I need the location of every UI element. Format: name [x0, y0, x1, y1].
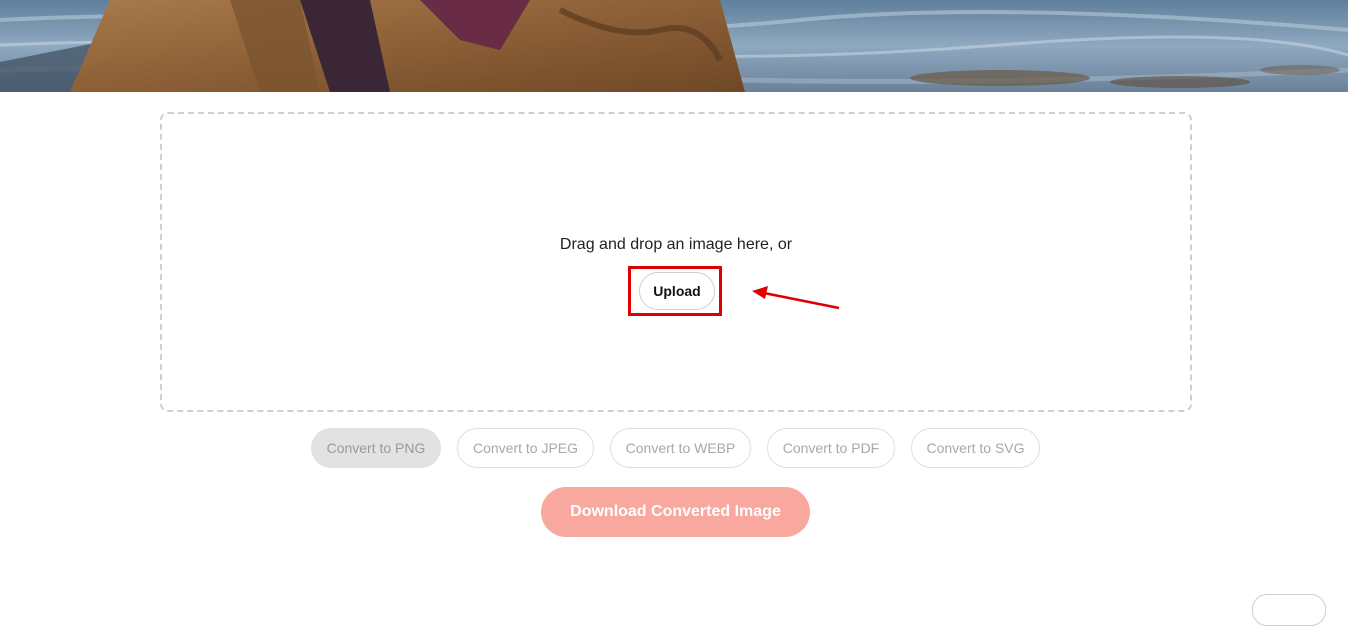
- corner-widget-button[interactable]: [1252, 594, 1326, 626]
- convert-to-png-button[interactable]: Convert to PNG: [311, 428, 441, 468]
- dropzone-prompt: Drag and drop an image here, or: [559, 236, 793, 253]
- convert-to-pdf-button[interactable]: Convert to PDF: [767, 428, 895, 468]
- upload-button[interactable]: Upload: [639, 272, 715, 310]
- download-converted-image-button[interactable]: Download Converted Image: [541, 487, 810, 537]
- annotation-arrow-icon: [752, 286, 840, 310]
- hero-banner-image: [0, 0, 1348, 92]
- convert-to-svg-button[interactable]: Convert to SVG: [911, 428, 1040, 468]
- image-dropzone[interactable]: Drag and drop an image here, or Upload: [160, 112, 1192, 412]
- convert-to-webp-button[interactable]: Convert to WEBP: [610, 428, 751, 468]
- convert-to-jpeg-button[interactable]: Convert to JPEG: [457, 428, 594, 468]
- convert-options: Convert to PNG Convert to JPEG Convert t…: [0, 428, 1348, 468]
